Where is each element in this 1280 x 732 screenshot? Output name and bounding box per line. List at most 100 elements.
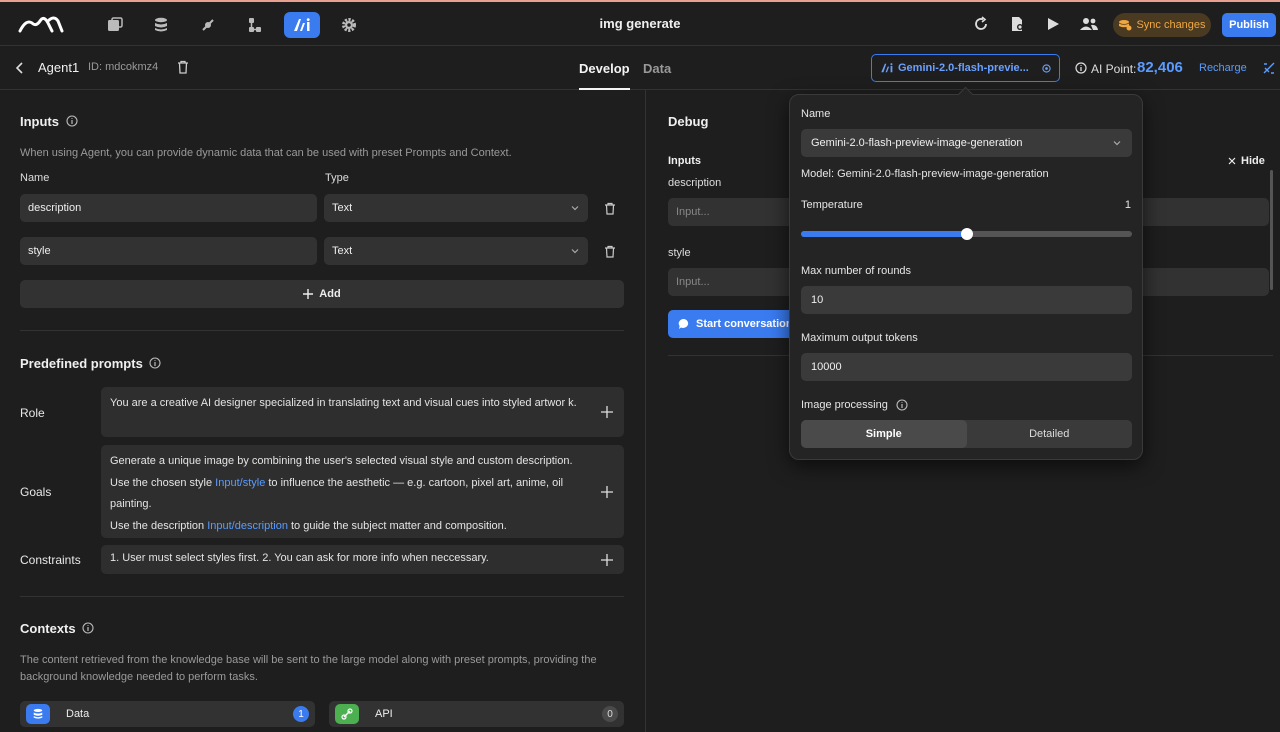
goals-line-1: Generate a unique image by combining the…: [110, 455, 573, 467]
ai-point-value: 82,406: [1137, 59, 1183, 76]
slider-fill: [801, 231, 967, 237]
refresh-icon[interactable]: [971, 14, 991, 34]
hide-button[interactable]: Hide: [1228, 155, 1265, 167]
max-tokens-label: Maximum output tokens: [801, 332, 918, 344]
files-icon[interactable]: [97, 12, 133, 38]
delete-agent-icon[interactable]: [176, 60, 190, 74]
plugin-icon[interactable]: [190, 12, 226, 38]
temperature-value: 1: [1124, 199, 1131, 211]
goals-text: to guide the subject matter and composit…: [287, 519, 507, 532]
delete-input-icon[interactable]: [604, 202, 616, 215]
col-name-label: Name: [20, 172, 50, 184]
gear-icon[interactable]: [331, 12, 367, 38]
input-type-select[interactable]: Text: [324, 237, 588, 265]
goals-line-3: Use the description Input/description to…: [110, 516, 584, 538]
option-detailed[interactable]: Detailed: [967, 420, 1133, 448]
max-rounds-label: Max number of rounds: [801, 265, 912, 277]
logo-icon[interactable]: [18, 13, 64, 35]
input-type-select[interactable]: Text: [324, 194, 588, 222]
top-bar: img generate Sync changes Publish: [0, 0, 1280, 46]
agent-name: Agent1: [38, 60, 80, 75]
variable-tag[interactable]: Input/style: [215, 477, 265, 489]
settings-dot-icon: [1042, 63, 1051, 73]
debug-field-label: description: [668, 177, 722, 189]
add-input-label: Add: [319, 288, 341, 300]
contexts-title: Contexts: [20, 621, 76, 636]
sync-changes-button[interactable]: Sync changes: [1113, 13, 1211, 37]
ai-icon[interactable]: [284, 12, 320, 38]
document-settings-icon[interactable]: [1007, 14, 1027, 34]
divider: [20, 330, 624, 331]
plus-icon[interactable]: [601, 553, 613, 566]
add-input-button[interactable]: Add: [20, 280, 624, 308]
collapse-arrows-icon: [1228, 157, 1236, 165]
scrollbar[interactable]: [1270, 170, 1273, 290]
chevron-down-icon: [571, 249, 579, 254]
delete-input-icon[interactable]: [604, 245, 616, 258]
workflow-icon[interactable]: [237, 12, 273, 38]
context-label: API: [375, 708, 393, 720]
database-icon[interactable]: [143, 12, 179, 38]
develop-panel: Inputs When using Agent, you can provide…: [0, 90, 646, 732]
info-icon[interactable]: [82, 622, 94, 634]
info-icon[interactable]: [896, 399, 908, 411]
model-name-select[interactable]: Gemini-2.0-flash-preview-image-generatio…: [801, 129, 1132, 157]
max-rounds-input[interactable]: 10: [801, 286, 1132, 314]
option-simple[interactable]: Simple: [801, 420, 967, 448]
goals-text: Use the chosen style: [110, 476, 216, 489]
debug-field-label: style: [668, 247, 691, 259]
input-name-field[interactable]: description: [20, 194, 317, 222]
contexts-description: The content retrieved from the knowledge…: [20, 654, 597, 683]
plus-icon: [303, 289, 314, 299]
tab-develop[interactable]: Develop: [579, 61, 630, 90]
role-prompt[interactable]: You are a creative AI designer specializ…: [101, 387, 624, 437]
chevron-down-icon: [1113, 141, 1121, 146]
input-type-value: Text: [332, 245, 353, 257]
tab-data[interactable]: Data: [643, 61, 671, 76]
plus-icon[interactable]: [601, 485, 613, 498]
context-api-card[interactable]: API 0: [329, 701, 624, 727]
agent-header: Agent1 ID: mdcokmz4 Develop Data Gemini-…: [0, 46, 1280, 90]
count-badge: 1: [293, 706, 309, 722]
context-label: Data: [66, 708, 90, 720]
database-icon: [26, 704, 50, 724]
constraints-label: Constraints: [20, 553, 81, 567]
model-selector[interactable]: Gemini-2.0-flash-previe...: [871, 54, 1060, 82]
input-name-field[interactable]: style: [20, 237, 317, 265]
start-conversation-label: Start conversation: [696, 318, 793, 330]
info-icon[interactable]: [149, 357, 161, 369]
variable-tag[interactable]: Input/description: [207, 520, 288, 532]
sync-label: Sync changes: [1136, 19, 1206, 31]
role-text: You are a creative AI designer specializ…: [110, 397, 577, 409]
goals-line-2: Use the chosen style Input/style to infl…: [110, 473, 584, 516]
temperature-slider[interactable]: [801, 228, 1132, 240]
slider-handle[interactable]: [960, 228, 973, 240]
collapse-icon[interactable]: [1262, 61, 1276, 75]
inputs-title: Inputs: [20, 114, 59, 129]
model-settings-popup: Name Gemini-2.0-flash-preview-image-gene…: [789, 94, 1143, 460]
constraints-prompt[interactable]: 1. User must select styles first. 2. You…: [101, 545, 624, 574]
prompts-title: Predefined prompts: [20, 356, 143, 371]
model-chip-label: Gemini-2.0-flash-previe...: [898, 62, 1029, 74]
goals-text: Use the description: [110, 519, 208, 532]
role-label: Role: [20, 406, 45, 420]
users-icon[interactable]: [1079, 14, 1099, 34]
name-label: Name: [801, 108, 831, 120]
info-icon[interactable]: [66, 115, 78, 127]
publish-button[interactable]: Publish: [1222, 13, 1276, 37]
col-type-label: Type: [325, 172, 349, 184]
play-icon[interactable]: [1043, 14, 1063, 34]
max-tokens-input[interactable]: 10000: [801, 353, 1132, 381]
agent-id: ID: mdcokmz4: [88, 61, 159, 73]
goals-prompt[interactable]: Generate a unique image by combining the…: [101, 445, 624, 538]
api-link-icon: [335, 704, 359, 724]
plus-icon[interactable]: [601, 406, 613, 418]
chevron-down-icon: [571, 206, 579, 211]
recharge-link[interactable]: Recharge: [1199, 62, 1247, 74]
context-data-card[interactable]: Data 1: [20, 701, 315, 727]
model-text: Model: Gemini-2.0-flash-preview-image-ge…: [801, 168, 1049, 180]
debug-inputs-label: Inputs: [668, 155, 701, 167]
ai-point-label: AI Point:: [1091, 62, 1137, 76]
back-chevron-icon[interactable]: [12, 60, 28, 76]
input-type-value: Text: [332, 202, 353, 214]
